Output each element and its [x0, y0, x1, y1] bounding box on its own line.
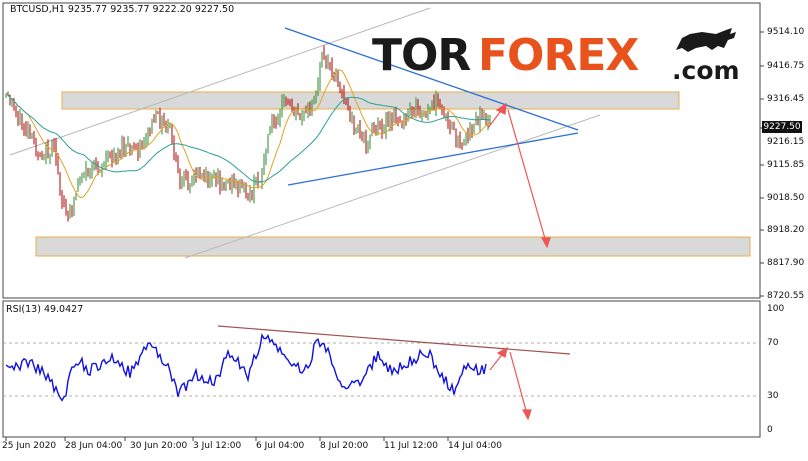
price-label: 9018.50: [767, 193, 805, 203]
price-label: 8817.90: [767, 258, 805, 268]
time-label: 3 Jul 12:00: [193, 441, 242, 451]
logo-text-tor: TOR: [372, 30, 471, 81]
time-label: 14 Jul 04:00: [448, 441, 502, 451]
price-label: 9316.45: [767, 94, 805, 104]
torforex-logo: TOR FOREX .com: [372, 28, 750, 90]
price-label: 9416.75: [767, 61, 805, 71]
current-price-tag: 9227.50: [762, 121, 802, 133]
bull-icon: [676, 28, 736, 52]
price-axis-ticks: [760, 31, 764, 297]
rsi-level-label: 0: [767, 425, 773, 435]
resistance-zone: [61, 91, 680, 110]
time-label: 25 Jun 2020: [2, 441, 57, 451]
time-label: 11 Jul 12:00: [384, 441, 438, 451]
symbol-header: BTCUSD,H1 9235.77 9235.77 9222.20 9227.5…: [10, 4, 235, 15]
rsi-level-label: 100: [767, 304, 785, 314]
logo-text-com: .com: [672, 56, 740, 85]
time-label: 28 Jun 04:00: [65, 441, 123, 451]
support-zone: [35, 236, 751, 257]
time-label: 30 Jun 20:00: [130, 441, 188, 451]
rsi-level-label: 30: [767, 391, 779, 401]
rsi-panel-border: [2, 300, 761, 438]
price-label: 9514.10: [767, 27, 805, 37]
chart-window: TOR FOREX .com BTCUSD,H1 9235.77 9235.77…: [0, 0, 808, 458]
time-label: 6 Jul 04:00: [256, 441, 305, 451]
price-label: 9115.85: [767, 160, 805, 170]
price-label: 8918.20: [767, 225, 805, 235]
time-label: 8 Jul 20:00: [320, 441, 369, 451]
rsi-level-label: 70: [767, 338, 779, 348]
price-label: 9216.15: [767, 137, 805, 147]
rsi-header: RSI(13) 49.0427: [6, 304, 84, 315]
price-label: 8720.55: [767, 291, 805, 301]
logo-text-forex: FOREX: [478, 30, 639, 81]
